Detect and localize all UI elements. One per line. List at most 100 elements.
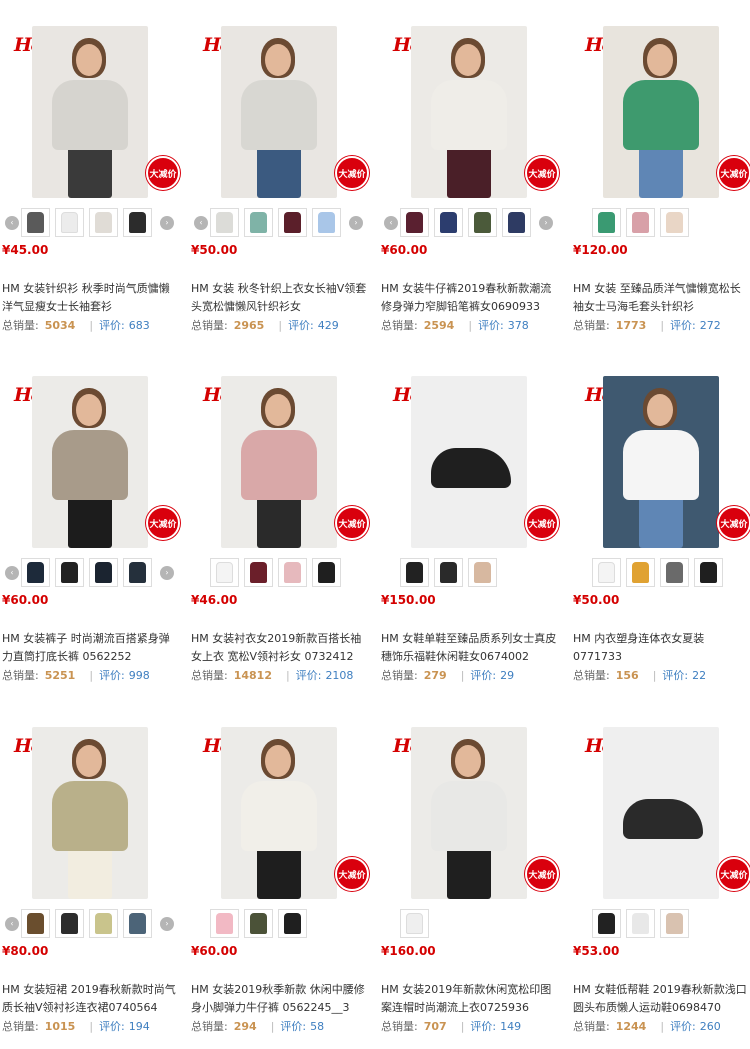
color-thumbnail[interactable] (244, 909, 273, 938)
product-card[interactable]: H&M大减价 ¥120.00 HM 女装 至臻品质洋气慵懒宽松长袖女士马海毛套头针织… (573, 12, 750, 352)
color-thumbnail[interactable] (626, 558, 655, 587)
reviews-label[interactable]: 评价: (670, 319, 696, 332)
reviews-label[interactable]: 评价: (662, 669, 688, 682)
next-thumb-arrow-icon[interactable]: › (160, 216, 174, 230)
color-thumbnail[interactable] (626, 208, 655, 237)
reviews-count[interactable]: 429 (318, 319, 339, 332)
color-thumbnail[interactable] (434, 558, 463, 587)
product-card[interactable]: H&M大减价 ¥60.00 HM 女装2019秋季新款 休闲中腰修身小脚弹力牛仔裤 … (191, 713, 371, 1049)
color-thumbnail[interactable] (55, 909, 84, 938)
product-title[interactable]: HM 女装短裙 2019春秋新款时尚气质长袖V领衬衫连衣裙0740564 (2, 981, 180, 1017)
product-image[interactable]: H&M大减价 (191, 362, 371, 548)
color-thumbnail[interactable] (468, 558, 497, 587)
reviews-label[interactable]: 评价: (99, 319, 125, 332)
color-thumbnail[interactable] (592, 909, 621, 938)
color-thumbnail[interactable] (660, 558, 689, 587)
product-title[interactable]: HM 内衣塑身连体衣女夏装 0771733 (573, 630, 750, 666)
reviews-label[interactable]: 评价: (670, 1020, 696, 1033)
color-thumbnail[interactable] (89, 558, 118, 587)
product-image[interactable]: H&M大减价 (573, 713, 750, 899)
color-thumbnail[interactable] (210, 909, 239, 938)
product-title[interactable]: HM 女鞋低帮鞋 2019春秋新款浅口圆头布质懒人运动鞋0698470 (573, 981, 750, 1017)
prev-thumb-arrow-icon[interactable]: ‹ (5, 566, 19, 580)
product-title[interactable]: HM 女装 至臻品质洋气慵懒宽松长袖女士马海毛套头针织衫 (573, 280, 750, 316)
product-image[interactable]: H&M大减价 (573, 362, 750, 548)
product-title[interactable]: HM 女装牛仔裤2019春秋新款潮流修身弹力窄脚铅笔裤女0690933 (381, 280, 559, 316)
color-thumbnail[interactable] (123, 558, 152, 587)
product-image[interactable]: H&M大减价 (191, 12, 371, 198)
product-image[interactable]: H&M大减价 (381, 713, 561, 899)
product-card[interactable]: H&M‹›¥80.00HM 女装短裙 2019春秋新款时尚气质长袖V领衬衫连衣裙… (2, 713, 182, 1049)
reviews-count[interactable]: 683 (129, 319, 150, 332)
product-card[interactable]: H&M大减价‹›¥60.00HM 女装牛仔裤2019春秋新款潮流修身弹力窄脚铅笔… (381, 12, 561, 352)
reviews-count[interactable]: 29 (500, 669, 514, 682)
color-thumbnail[interactable] (89, 208, 118, 237)
color-thumbnail[interactable] (55, 208, 84, 237)
color-thumbnail[interactable] (123, 208, 152, 237)
product-card[interactable]: H&M大减价‹›¥50.00HM 女装 秋冬针织上衣女长袖V领套头宽松慵懒风针织… (191, 12, 371, 352)
product-image[interactable]: H&M大减价 (2, 362, 182, 548)
color-thumbnail[interactable] (626, 909, 655, 938)
product-card[interactable]: H&M大减价 ¥50.00 HM 内衣塑身连体衣女夏装 0771733 总销量: 156… (573, 362, 750, 702)
color-thumbnail[interactable] (434, 208, 463, 237)
product-card[interactable]: H&M大减价 ¥46.00 HM 女装衬衣女2019新款百搭长袖女上衣 宽松V领衬衫… (191, 362, 371, 702)
color-thumbnail[interactable] (21, 909, 50, 938)
product-image[interactable]: H&M大减价 (381, 12, 561, 198)
next-thumb-arrow-icon[interactable]: › (160, 566, 174, 580)
color-thumbnail[interactable] (55, 558, 84, 587)
next-thumb-arrow-icon[interactable]: › (160, 917, 174, 931)
reviews-label[interactable]: 评价: (296, 669, 322, 682)
prev-thumb-arrow-icon[interactable]: ‹ (5, 216, 19, 230)
color-thumbnail[interactable] (660, 909, 689, 938)
prev-thumb-arrow-icon[interactable]: ‹ (5, 917, 19, 931)
next-thumb-arrow-icon[interactable]: › (539, 216, 553, 230)
color-thumbnail[interactable] (21, 558, 50, 587)
product-image[interactable]: H&M大减价 (381, 362, 561, 548)
product-card[interactable]: H&M大减价 ¥160.00 HM 女装2019年新款休闲宽松印图案连帽时尚潮流上衣… (381, 713, 561, 1049)
reviews-label[interactable]: 评价: (99, 1020, 125, 1033)
color-thumbnail[interactable] (660, 208, 689, 237)
product-title[interactable]: HM 女装针织衫 秋季时尚气质慵懒洋气显瘦女士长袖套衫 (2, 280, 180, 316)
product-card[interactable]: H&M大减价 ¥53.00 HM 女鞋低帮鞋 2019春秋新款浅口圆头布质懒人运动鞋… (573, 713, 750, 1049)
color-thumbnail[interactable] (400, 558, 429, 587)
reviews-count[interactable]: 149 (500, 1020, 521, 1033)
reviews-label[interactable]: 评价: (99, 669, 125, 682)
reviews-count[interactable]: 2108 (325, 669, 353, 682)
reviews-count[interactable]: 998 (129, 669, 150, 682)
reviews-count[interactable]: 378 (508, 319, 529, 332)
product-image[interactable]: H&M (2, 713, 182, 899)
color-thumbnail[interactable] (400, 208, 429, 237)
product-card[interactable]: H&M大减价 ¥150.00 HM 女鞋单鞋至臻品质系列女士真皮穗饰乐福鞋休闲鞋女0… (381, 362, 561, 702)
color-thumbnail[interactable] (210, 208, 239, 237)
product-card[interactable]: H&M大减价‹›¥60.00HM 女装裤子 时尚潮流百搭紧身弹力直筒打底长裤 0… (2, 362, 182, 702)
color-thumbnail[interactable] (278, 558, 307, 587)
color-thumbnail[interactable] (312, 208, 341, 237)
color-thumbnail[interactable] (244, 208, 273, 237)
product-title[interactable]: HM 女装裤子 时尚潮流百搭紧身弹力直筒打底长裤 0562252 (2, 630, 180, 666)
color-thumbnail[interactable] (502, 208, 531, 237)
color-thumbnail[interactable] (123, 909, 152, 938)
color-thumbnail[interactable] (21, 208, 50, 237)
color-thumbnail[interactable] (244, 558, 273, 587)
reviews-label[interactable]: 评价: (280, 1020, 306, 1033)
product-title[interactable]: HM 女装衬衣女2019新款百搭长袖女上衣 宽松V领衬衫女 0732412 (191, 630, 369, 666)
reviews-count[interactable]: 22 (692, 669, 706, 682)
prev-thumb-arrow-icon[interactable]: ‹ (384, 216, 398, 230)
product-image[interactable]: H&M大减价 (191, 713, 371, 899)
reviews-count[interactable]: 260 (700, 1020, 721, 1033)
reviews-count[interactable]: 194 (129, 1020, 150, 1033)
reviews-label[interactable]: 评价: (288, 319, 314, 332)
reviews-count[interactable]: 272 (700, 319, 721, 332)
color-thumbnail[interactable] (694, 558, 723, 587)
reviews-count[interactable]: 58 (310, 1020, 324, 1033)
product-image[interactable]: H&M大减价 (573, 12, 750, 198)
reviews-label[interactable]: 评价: (470, 1020, 496, 1033)
product-title[interactable]: HM 女装 秋冬针织上衣女长袖V领套头宽松慵懒风针织衫女 (191, 280, 369, 316)
color-thumbnail[interactable] (210, 558, 239, 587)
reviews-label[interactable]: 评价: (470, 669, 496, 682)
product-image[interactable]: H&M大减价 (2, 12, 182, 198)
reviews-label[interactable]: 评价: (478, 319, 504, 332)
product-card[interactable]: H&M大减价‹›¥45.00HM 女装针织衫 秋季时尚气质慵懒洋气显瘦女士长袖套… (2, 12, 182, 352)
color-thumbnail[interactable] (592, 558, 621, 587)
color-thumbnail[interactable] (278, 208, 307, 237)
